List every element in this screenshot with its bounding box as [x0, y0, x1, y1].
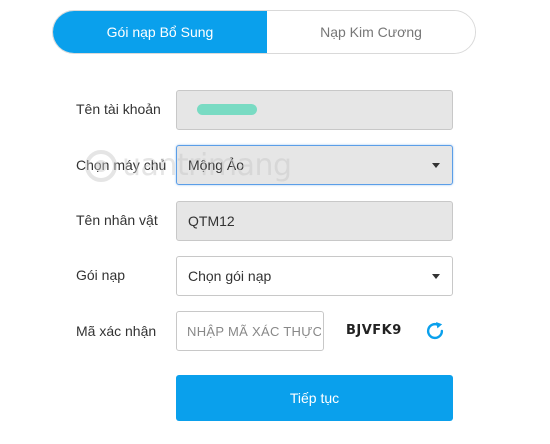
package-label: Gói nạp — [76, 267, 126, 283]
character-field: QTM12 — [176, 201, 453, 241]
server-select-value: Mộng Ảo — [188, 157, 245, 173]
refresh-icon[interactable] — [424, 320, 446, 342]
tab-diamond-topup[interactable]: Nạp Kim Cương — [267, 11, 475, 53]
package-type-tabs: Gói nạp Bổ Sung Nạp Kim Cương — [52, 10, 476, 54]
chevron-down-icon — [432, 273, 440, 279]
character-value: QTM12 — [188, 213, 235, 229]
captcha-input[interactable] — [176, 311, 324, 351]
captcha-code: BJVFK9 — [346, 323, 402, 338]
tab-supplementary-package[interactable]: Gói nạp Bổ Sung — [53, 11, 267, 53]
account-label: Tên tài khoản — [76, 101, 161, 117]
server-label: Chọn máy chủ — [76, 157, 167, 173]
package-select-value: Chọn gói nạp — [188, 268, 272, 284]
redacted-account-mark — [197, 104, 257, 115]
chevron-down-icon — [432, 162, 440, 168]
account-field — [176, 90, 453, 130]
continue-button[interactable]: Tiếp tục — [176, 375, 453, 421]
package-select[interactable]: Chọn gói nạp — [176, 256, 453, 296]
captcha-label: Mã xác nhận — [76, 323, 157, 339]
server-select[interactable]: Mộng Ảo — [176, 145, 453, 185]
character-label: Tên nhân vật — [76, 212, 158, 228]
